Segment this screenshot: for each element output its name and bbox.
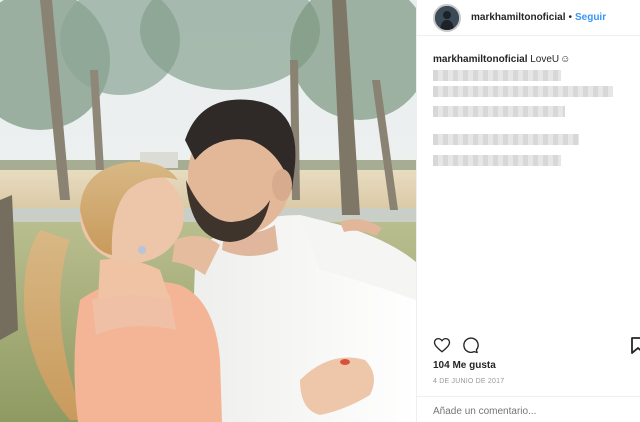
separator-dot: • [568,12,572,23]
post-date: 4 DE JUNIO DE 2017 [433,378,505,385]
pixelated-comment [433,70,561,81]
post-actions [433,336,479,354]
post-caption: markhamiltonoficial LoveU☺ [433,54,570,65]
follow-button[interactable]: Seguir [575,12,606,23]
avatar[interactable] [433,3,461,32]
comment-input[interactable] [433,406,633,417]
caption-username[interactable]: markhamiltonoficial [433,54,527,65]
bookmark-icon[interactable] [630,336,640,354]
divider [417,396,640,397]
pixelated-comment [433,155,561,166]
smile-emoji-icon: ☺ [560,54,571,65]
pixelated-comment [433,134,579,145]
heart-icon[interactable] [433,336,451,354]
post-sidebar: markhamiltonoficial • Seguir markhamilto… [416,0,640,422]
photo-image [0,0,416,422]
comment-icon[interactable] [461,336,479,354]
post-header: markhamiltonoficial • Seguir [417,0,640,36]
like-count[interactable]: 104 Me gusta [433,360,496,371]
avatar-person-icon [435,5,459,30]
caption-text: LoveU [530,54,560,65]
pixelated-comment [433,106,565,117]
pixelated-comment [433,86,613,97]
username-link[interactable]: markhamiltonoficial [471,12,565,23]
post-photo[interactable] [0,0,416,422]
